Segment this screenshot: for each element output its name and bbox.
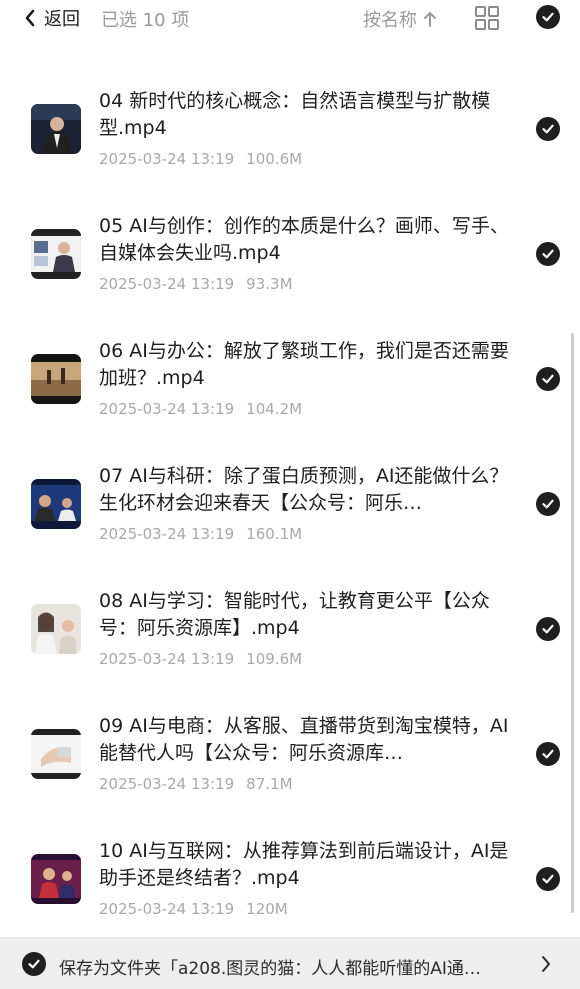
check-icon [542,249,554,259]
video-thumbnail [31,229,81,279]
chevron-left-icon [25,9,35,27]
file-date: 2025-03-24 13:19 [99,650,235,668]
item-checkbox[interactable] [536,242,560,266]
file-selection-screen: 返回 已选 10 项 按名称 04 新时代的核心概念：自然语言模型与扩散模型.m… [0,0,580,989]
video-thumbnail [31,854,81,904]
video-thumbnail [31,104,81,154]
check-icon [542,124,554,134]
file-size: 160.1M [246,525,303,543]
item-checkbox[interactable] [536,617,560,641]
selected-count: 已选 10 项 [101,10,190,31]
check-icon [542,749,554,759]
file-date: 2025-03-24 13:19 [99,150,235,168]
file-date: 2025-03-24 13:19 [99,775,235,793]
sort-label: 按名称 [363,10,417,31]
top-bar: 返回 已选 10 项 按名称 [0,0,580,36]
back-button[interactable]: 返回 [24,6,80,30]
video-thumbnail [31,354,81,404]
file-date: 2025-03-24 13:19 [99,525,235,543]
video-thumbnail [31,604,81,654]
file-meta: 2025-03-24 13:19 109.6M [99,650,302,668]
check-icon [542,499,554,509]
save-folder-checkbox[interactable] [22,952,46,976]
file-meta: 2025-03-24 13:19 100.6M [99,150,302,168]
file-title: 10 AI与互联网：从推荐算法到前后端设计，AI是助手还是终结者？.mp4 [99,840,509,889]
list-item[interactable]: 08 AI与学习：智能时代，让教育更公平【公众号：阿乐资源库】.mp4 2025… [0,566,580,691]
file-date: 2025-03-24 13:19 [99,275,235,293]
list-item[interactable]: 07 AI与科研：除了蛋白质预测，AI还能做什么？生化环材会迎来春天【公众号：阿… [0,441,580,566]
file-meta: 2025-03-24 13:19 160.1M [99,525,302,543]
file-title: 04 新时代的核心概念：自然语言模型与扩散模型.mp4 [99,90,491,139]
save-folder-label: 保存为文件夹「a208.图灵的猫：人人都能听懂的AI通… [59,959,481,979]
file-meta: 2025-03-24 13:19 87.1M [99,775,293,793]
file-meta: 2025-03-24 13:19 93.3M [99,275,293,293]
list-item[interactable]: 06 AI与办公：解放了繁琐工作，我们是否还需要加班？.mp4 2025-03-… [0,316,580,441]
file-title: 06 AI与办公：解放了繁琐工作，我们是否还需要加班？.mp4 [99,340,509,389]
video-thumbnail [31,729,81,779]
file-title: 07 AI与科研：除了蛋白质预测，AI还能做什么？生化环材会迎来春天【公众号：阿… [99,465,509,514]
file-date: 2025-03-24 13:19 [99,900,235,918]
list-item[interactable]: 04 新时代的核心概念：自然语言模型与扩散模型.mp4 2025-03-24 1… [0,66,580,191]
file-date: 2025-03-24 13:19 [99,400,235,418]
file-meta: 2025-03-24 13:19 104.2M [99,400,302,418]
chevron-right-icon[interactable] [541,955,551,973]
video-thumbnail [31,479,81,529]
select-all-checkbox[interactable] [536,5,560,29]
file-title: 05 AI与创作：创作的本质是什么？画师、写手、自媒体会失业吗.mp4 [99,215,509,264]
file-size: 100.6M [246,150,303,168]
grid-icon[interactable] [474,5,500,31]
scrollbar[interactable] [571,333,574,913]
list-item[interactable]: 05 AI与创作：创作的本质是什么？画师、写手、自媒体会失业吗.mp4 2025… [0,191,580,316]
arrow-up-icon [424,12,436,27]
item-checkbox[interactable] [536,367,560,391]
item-checkbox[interactable] [536,492,560,516]
file-meta: 2025-03-24 13:19 120M [99,900,288,918]
item-checkbox[interactable] [536,867,560,891]
item-checkbox[interactable] [536,117,560,141]
item-checkbox[interactable] [536,742,560,766]
check-icon [28,959,40,969]
file-size: 104.2M [246,400,303,418]
file-size: 120M [246,900,288,918]
list-item[interactable]: 10 AI与互联网：从推荐算法到前后端设计，AI是助手还是终结者？.mp4 20… [0,816,580,941]
check-icon [542,874,554,884]
sort-button[interactable]: 按名称 [363,6,437,32]
file-title: 09 AI与电商：从客服、直播带货到淘宝模特，AI能替代人吗【公众号：阿乐资源库… [99,715,509,764]
list-item[interactable]: 09 AI与电商：从客服、直播带货到淘宝模特，AI能替代人吗【公众号：阿乐资源库… [0,691,580,816]
check-icon [542,374,554,384]
check-icon [542,624,554,634]
check-icon [542,12,554,22]
file-size: 109.6M [246,650,303,668]
file-size: 93.3M [246,275,293,293]
file-size: 87.1M [246,775,293,793]
file-title: 08 AI与学习：智能时代，让教育更公平【公众号：阿乐资源库】.mp4 [99,590,490,639]
save-folder-bar[interactable]: 保存为文件夹「a208.图灵的猫：人人都能听懂的AI通… [0,937,580,989]
back-label: 返回 [44,9,80,30]
